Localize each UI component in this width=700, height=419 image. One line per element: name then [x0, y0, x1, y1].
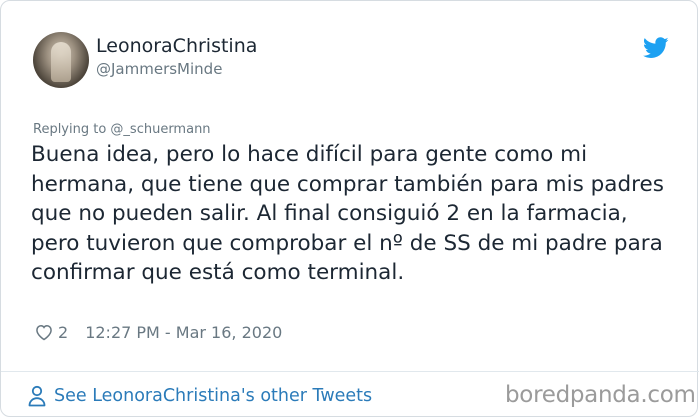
- like-count[interactable]: 2: [58, 323, 68, 342]
- tweet-text: Buena idea, pero lo hace difícil para ge…: [31, 142, 664, 286]
- tweet-meta: 2 12:27 PM - Mar 16, 2020: [34, 321, 282, 343]
- divider: [1, 371, 699, 372]
- twitter-bird-icon[interactable]: [643, 37, 669, 59]
- timestamp[interactable]: 12:27 PM - Mar 16, 2020: [85, 323, 282, 342]
- avatar[interactable]: [33, 32, 89, 88]
- author-display-name[interactable]: LeonoraChristina: [96, 35, 257, 57]
- see-other-tweets-label[interactable]: See LeonoraChristina's other Tweets: [54, 386, 372, 406]
- tweet-card: LeonoraChristina @JammersMinde Replying …: [0, 0, 699, 417]
- heart-icon[interactable]: [34, 322, 54, 342]
- author-handle[interactable]: @JammersMinde: [96, 60, 222, 78]
- reply-context[interactable]: Replying to @_schuermann: [33, 122, 211, 137]
- see-other-tweets-link[interactable]: See LeonoraChristina's other Tweets: [27, 383, 372, 409]
- watermark: boredpanda.com: [505, 382, 696, 408]
- avatar-figure: [51, 42, 71, 82]
- person-icon: [28, 385, 46, 407]
